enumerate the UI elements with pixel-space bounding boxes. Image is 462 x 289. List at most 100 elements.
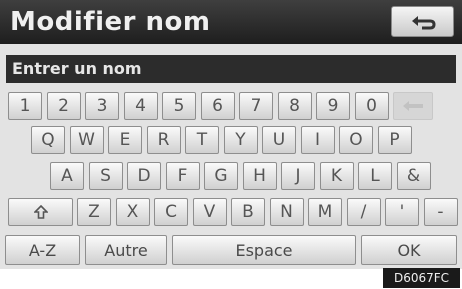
ok-label: OK: [397, 240, 421, 260]
key-hyphen-label: -: [437, 202, 444, 222]
key-t-label: T: [196, 130, 208, 150]
key-slash[interactable]: /: [346, 198, 381, 226]
key-z-label: Z: [88, 202, 100, 222]
key-e[interactable]: E: [108, 126, 142, 154]
key-p[interactable]: P: [377, 126, 412, 154]
key-hyphen[interactable]: -: [423, 198, 458, 226]
key-h-label: H: [253, 166, 266, 186]
key-q-label: Q: [41, 130, 55, 150]
key-w[interactable]: W: [69, 126, 104, 154]
key-9[interactable]: 9: [316, 92, 350, 120]
screen: Modifier nom Entrer un nom 1 2 3 4 5 6 7 8 9 0 Q W E…: [0, 0, 462, 269]
other-button[interactable]: Autre: [85, 235, 167, 265]
key-v[interactable]: V: [192, 198, 227, 226]
name-input-field[interactable]: Entrer un nom: [6, 55, 456, 83]
key-2[interactable]: 2: [46, 92, 81, 120]
key-w-label: W: [78, 130, 95, 150]
key-5[interactable]: 5: [162, 92, 196, 120]
key-c-label: C: [165, 202, 177, 222]
key-n-label: N: [280, 202, 293, 222]
key-8-label: 8: [289, 96, 300, 116]
key-6-label: 6: [212, 96, 223, 116]
key-slash-label: /: [360, 202, 367, 222]
key-y-label: Y: [235, 130, 246, 150]
key-ampersand[interactable]: &: [396, 162, 431, 190]
delete-button[interactable]: [393, 92, 433, 120]
key-k-label: K: [330, 166, 343, 186]
shift-arrow-icon: [33, 205, 48, 219]
key-9-label: 9: [327, 96, 339, 116]
key-m[interactable]: M: [308, 198, 342, 226]
key-l-label: L: [370, 166, 380, 186]
key-apostrophe-label: ': [399, 202, 405, 222]
key-7-label: 7: [250, 96, 262, 116]
key-6[interactable]: 6: [200, 92, 235, 120]
key-j[interactable]: J: [281, 162, 315, 190]
key-z[interactable]: Z: [77, 198, 111, 226]
key-p-label: P: [389, 130, 400, 150]
key-1[interactable]: 1: [8, 92, 42, 120]
key-7[interactable]: 7: [239, 92, 273, 120]
az-label: A-Z: [28, 240, 57, 260]
key-k[interactable]: K: [319, 162, 354, 190]
key-0-label: 0: [366, 96, 377, 116]
space-button[interactable]: Espace: [172, 235, 356, 265]
key-0[interactable]: 0: [354, 92, 389, 120]
key-g[interactable]: G: [204, 162, 238, 190]
return-arrow-icon: [411, 15, 436, 29]
key-y[interactable]: Y: [223, 126, 258, 154]
key-3[interactable]: 3: [85, 92, 119, 120]
page-title: Modifier nom: [10, 7, 211, 37]
key-h[interactable]: H: [242, 162, 277, 190]
key-o-label: O: [349, 130, 363, 150]
key-t[interactable]: T: [185, 126, 219, 154]
space-label: Espace: [235, 240, 293, 260]
key-l[interactable]: L: [358, 162, 392, 190]
key-r-label: R: [157, 130, 170, 150]
key-r[interactable]: R: [146, 126, 181, 154]
key-x[interactable]: X: [115, 198, 150, 226]
key-ampersand-label: &: [406, 166, 421, 186]
key-v-label: V: [203, 202, 216, 222]
key-b-label: B: [242, 202, 254, 222]
key-3-label: 3: [96, 96, 108, 116]
key-2-label: 2: [58, 96, 69, 116]
ok-button[interactable]: OK: [361, 235, 457, 265]
key-f-label: F: [177, 166, 188, 186]
key-e-label: E: [119, 130, 131, 150]
key-g-label: G: [214, 166, 228, 186]
key-a[interactable]: A: [50, 162, 84, 190]
key-s-label: S: [100, 166, 111, 186]
key-j-label: J: [295, 166, 301, 186]
other-label: Autre: [104, 240, 148, 260]
key-q[interactable]: Q: [31, 126, 65, 154]
key-x-label: X: [126, 202, 139, 222]
shift-button[interactable]: [8, 198, 73, 226]
title-bar: Modifier nom: [0, 0, 462, 44]
key-o[interactable]: O: [339, 126, 373, 154]
key-a-label: A: [61, 166, 73, 186]
az-button[interactable]: A-Z: [5, 235, 80, 265]
backspace-arrow-icon: [403, 101, 423, 111]
key-apostrophe[interactable]: ': [385, 198, 419, 226]
key-4-label: 4: [135, 96, 146, 116]
key-m-label: M: [317, 202, 333, 222]
key-1-label: 1: [19, 96, 31, 116]
key-s[interactable]: S: [88, 162, 123, 190]
key-4[interactable]: 4: [123, 92, 158, 120]
key-n[interactable]: N: [269, 198, 304, 226]
back-button[interactable]: [391, 6, 454, 37]
figure-code: D6067FC: [383, 268, 460, 288]
name-input-placeholder: Entrer un nom: [12, 59, 142, 78]
key-d[interactable]: D: [127, 162, 161, 190]
key-i[interactable]: I: [300, 126, 335, 154]
key-u-label: U: [272, 130, 286, 150]
key-c[interactable]: C: [154, 198, 188, 226]
key-u[interactable]: U: [262, 126, 296, 154]
key-d-label: D: [137, 166, 151, 186]
key-i-label: I: [314, 130, 320, 150]
key-f[interactable]: F: [165, 162, 200, 190]
key-b[interactable]: B: [231, 198, 265, 226]
key-8[interactable]: 8: [277, 92, 312, 120]
key-5-label: 5: [173, 96, 185, 116]
